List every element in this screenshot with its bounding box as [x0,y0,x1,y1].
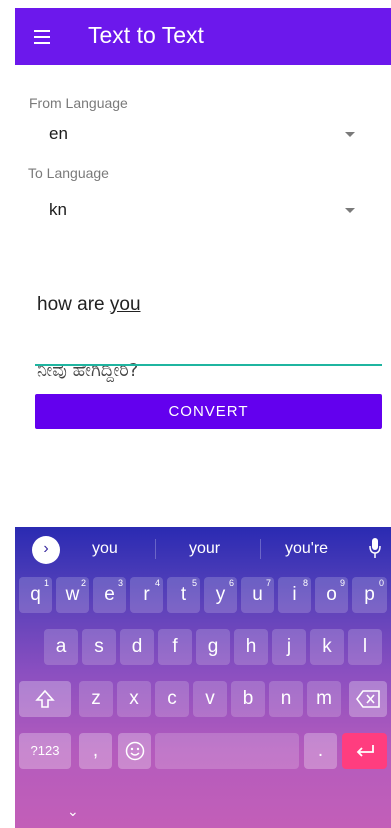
key[interactable]: u7 [241,577,274,613]
suggestion-bar: › you your you're [15,527,391,570]
dropdown-caret-icon [345,132,355,137]
key[interactable]: j [272,629,306,665]
emoji-icon [125,741,144,761]
dropdown-caret-icon [345,208,355,213]
key[interactable]: e3 [93,577,126,613]
key[interactable]: i8 [278,577,311,613]
suggestion-3[interactable]: you're [285,540,328,558]
key[interactable]: n [269,681,303,717]
enter-icon [356,745,374,757]
to-language-value: kn [49,200,67,219]
emoji-key[interactable] [118,733,151,769]
key[interactable]: w2 [56,577,89,613]
key[interactable]: q1 [19,577,52,613]
source-text: how are [37,294,110,315]
key[interactable]: l [348,629,382,665]
field-underline [35,364,382,366]
soft-keyboard: › you your you're q1 w2 e3 r4 t5 y6 u7 i… [15,527,391,828]
key[interactable]: x [117,681,151,717]
comma-key[interactable]: , [79,733,112,769]
suggestion-2[interactable]: your [189,540,220,558]
key[interactable]: p0 [352,577,387,613]
app-bar: Text to Text [15,8,391,65]
suggestion-1[interactable]: you [92,540,118,558]
mic-icon[interactable] [369,537,381,559]
key[interactable]: s [82,629,116,665]
enter-key[interactable] [342,733,387,769]
from-language-label: From Language [29,95,128,111]
suggestion-divider [155,539,156,559]
source-text-composing: you [109,294,141,315]
key[interactable]: v [193,681,227,717]
key[interactable]: k [310,629,344,665]
key[interactable]: a [44,629,78,665]
chevron-right-icon[interactable]: › [32,536,60,564]
convert-button[interactable]: CONVERT [35,394,382,429]
hide-keyboard-button[interactable]: ⌄ [67,803,79,820]
translated-text-field[interactable]: ನೀವು ಹೇಗಿದ್ದೀರಿ? [35,360,382,386]
to-language-label: To Language [28,165,109,181]
shift-icon [35,689,55,708]
from-language-value: en [49,124,68,143]
key[interactable]: h [234,629,268,665]
backspace-key[interactable] [349,681,387,717]
space-key[interactable] [155,733,299,769]
from-language-dropdown[interactable]: en [29,120,363,150]
shift-key[interactable] [19,681,71,717]
backspace-icon [356,690,380,708]
suggestion-divider [260,539,261,559]
key[interactable]: c [155,681,189,717]
key[interactable]: t5 [167,577,200,613]
app-title: Text to Text [88,22,204,48]
key[interactable]: r4 [130,577,163,613]
key[interactable]: z [79,681,113,717]
key[interactable]: y6 [204,577,237,613]
period-key[interactable]: . [304,733,337,769]
key[interactable]: o9 [315,577,348,613]
hamburger-icon[interactable] [34,30,50,44]
key[interactable]: d [120,629,154,665]
symbols-key[interactable]: ?123 [19,733,71,769]
key[interactable]: g [196,629,230,665]
to-language-dropdown[interactable]: kn [29,196,363,226]
source-text-input[interactable]: how are you [37,294,141,316]
key[interactable]: m [307,681,341,717]
key[interactable]: f [158,629,192,665]
key[interactable]: b [231,681,265,717]
